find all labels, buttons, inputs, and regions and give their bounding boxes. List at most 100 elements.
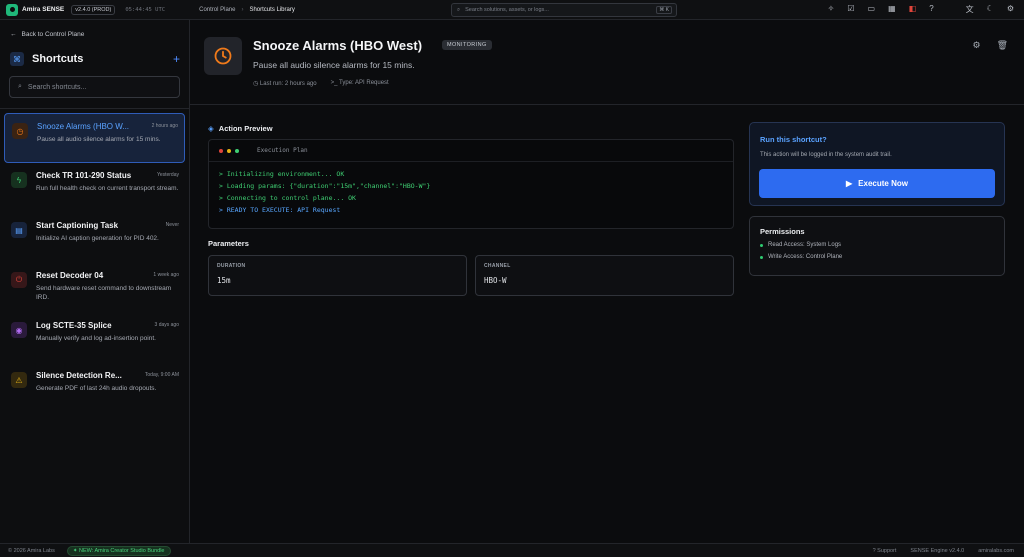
help-icon[interactable]: ?: [929, 4, 933, 15]
engine-version: SENSE Engine v2.4.0: [910, 547, 965, 554]
sidebar-header: ⌘ Shortcuts +: [10, 52, 180, 66]
shortcut-item-reset-decoder[interactable]: ⏻ Reset Decoder 04 1 week ago Send hardw…: [4, 263, 185, 313]
terminal-title: Execution Plan: [257, 147, 308, 154]
channel-field[interactable]: CHANNEL HBO-W: [475, 255, 734, 296]
execute-now-button[interactable]: ▶ Execute Now: [759, 169, 995, 198]
parameters-heading: Parameters: [208, 239, 249, 248]
search-icon: ⌕: [457, 6, 461, 13]
red-dot-icon: [219, 148, 223, 153]
shortcut-list: ◷ Snooze Alarms (HBO W... 2 hours ago Pa…: [4, 113, 185, 413]
terminal-line: > Loading params: {"duration":"15m","cha…: [219, 182, 431, 190]
execution-plan-terminal: Execution Plan > Initializing environmen…: [208, 139, 734, 229]
copyright: © 2026 Amira Labs: [8, 547, 55, 554]
last-run-meta: ◷ Last run: 2 hours ago: [253, 80, 317, 87]
search-shortcut-hint: ⌘ K: [656, 6, 672, 14]
shortcut-last-run: Today, 9:00 AM: [144, 372, 179, 378]
document-icon: ▤: [11, 222, 27, 238]
status-badge: MONITORING: [442, 40, 492, 50]
permission-item: Write Access: Control Plane: [760, 254, 994, 260]
warning-icon: ⚠: [11, 372, 27, 388]
app-name: Amira SENSE: [22, 6, 65, 13]
breadcrumb-control-plane[interactable]: Control Plane: [199, 7, 235, 13]
shortcut-description: Run full health check on current transpo…: [36, 185, 179, 192]
shortcut-item-check-tr-101-290[interactable]: ϟ Check TR 101-290 Status Yesterday Run …: [4, 163, 185, 213]
new-feature-label: NEW: Amira Creator Studio Bundle: [79, 547, 165, 554]
settings-icon[interactable]: ⚙: [1007, 4, 1014, 15]
settings-icon[interactable]: ⚙: [972, 40, 980, 51]
translate-icon[interactable]: 文: [966, 4, 974, 15]
global-search-input[interactable]: ⌕ Search solutions, assets, or logs... ⌘…: [451, 3, 677, 17]
shortcut-item-log-scte-35[interactable]: ◉ Log SCTE-35 Splice 3 days ago Manually…: [4, 313, 185, 363]
type-meta: >_ Type: API Request: [331, 80, 389, 87]
status-dot-icon: [760, 255, 763, 259]
shortcut-detail: Snooze Alarms (HBO West) MONITORING Paus…: [190, 20, 1024, 543]
shortcut-name: Reset Decoder 04: [36, 271, 104, 280]
support-label: Support: [877, 547, 897, 554]
command-icon: ⌘: [10, 52, 24, 66]
terminal-output: > Initializing environment... OK > Loadi…: [209, 162, 733, 222]
page-subtitle: Pause all audio silence alarms for 15 mi…: [253, 60, 415, 70]
execute-now-label: Execute Now: [858, 179, 908, 188]
site-link[interactable]: amiralabs.com: [978, 548, 1014, 554]
clock-icon: ◷: [12, 123, 28, 139]
shortcut-name: Log SCTE-35 Splice: [36, 321, 112, 330]
grid-icon[interactable]: ▦: [888, 4, 896, 15]
power-icon: ⏻: [11, 272, 27, 288]
shortcut-last-run: Never: [165, 222, 179, 228]
action-preview-label: Action Preview: [218, 124, 273, 133]
check-square-icon[interactable]: ☑: [847, 4, 854, 15]
terminal-line: > Initializing environment... OK: [219, 170, 345, 178]
search-icon: ⌕: [18, 83, 22, 90]
permission-label: Write Access: Control Plane: [768, 254, 843, 260]
breadcrumb-separator-icon: ›: [241, 6, 244, 13]
shortcut-item-silence-detection[interactable]: ⚠ Silence Detection Re... Today, 9:00 AM…: [4, 363, 185, 413]
shortcut-name: Silence Detection Re...: [36, 371, 122, 380]
global-search-placeholder: Search solutions, assets, or logs...: [465, 7, 549, 13]
shortcut-last-run: 3 days ago: [154, 322, 179, 328]
duration-field[interactable]: DURATION 15m: [208, 255, 467, 296]
status-bar-right: ? Support SENSE Engine v2.4.0 amiralabs.…: [873, 548, 1024, 554]
parameters-label: Parameters: [208, 239, 249, 248]
broadcast-icon: ◉: [11, 322, 27, 338]
shortcut-item-snooze-alarms[interactable]: ◷ Snooze Alarms (HBO W... 2 hours ago Pa…: [4, 113, 185, 163]
channel-value: HBO-W: [484, 276, 507, 285]
shortcut-item-start-captioning[interactable]: ▤ Start Captioning Task Never Initialize…: [4, 213, 185, 263]
top-bar: Amira SENSE v2.4.0 (PROD) 05:44:45 UTC C…: [0, 0, 1024, 20]
terminal-line: > Connecting to control plane... OK: [219, 194, 356, 202]
duration-value: 15m: [217, 276, 231, 285]
clock-icon: ◷: [253, 81, 260, 87]
permissions-title: Permissions: [760, 227, 805, 236]
shortcut-description: Pause all audio silence alarms for 15 mi…: [37, 136, 161, 143]
shortcut-description: Manually verify and log ad-insertion poi…: [36, 335, 156, 342]
sidebar-divider: [0, 108, 189, 109]
action-preview-heading: ◈ Action Preview: [208, 124, 273, 133]
sparkle-icon[interactable]: ✧: [828, 4, 835, 15]
add-shortcut-button[interactable]: +: [173, 52, 180, 66]
monitor-icon[interactable]: ▭: [868, 4, 876, 15]
status-bar: © 2026 Amira Labs ✦ NEW: Amira Creator S…: [0, 543, 1024, 557]
shortcut-search-input[interactable]: ⌕ Search shortcuts...: [9, 76, 180, 98]
permission-label: Read Access: System Logs: [768, 242, 842, 248]
bolt-icon: ϟ: [11, 172, 27, 188]
breadcrumb: Control Plane › Shortcuts Library: [199, 7, 295, 13]
arrow-left-icon: ←: [10, 31, 17, 38]
run-shortcut-card: Run this shortcut? This action will be l…: [749, 122, 1005, 206]
breadcrumb-shortcuts-library: Shortcuts Library: [249, 6, 295, 13]
support-link[interactable]: ? Support: [873, 548, 897, 554]
terminal-icon: >_: [330, 80, 340, 86]
alert-icon[interactable]: ◧: [909, 4, 917, 15]
shortcut-description: Generate PDF of last 24h audio dropouts.: [36, 385, 157, 392]
header-actions: ⚙ 🗑: [972, 40, 1008, 51]
header-divider: [190, 104, 1024, 105]
theme-icon[interactable]: ☾: [987, 4, 994, 15]
green-dot-icon: [235, 148, 239, 153]
top-icon-group: ✧ ☑ ▭ ▦ ◧ ? 文 ☾ ⚙: [828, 4, 1014, 15]
yellow-dot-icon: [227, 148, 231, 153]
new-feature-badge[interactable]: ✦ NEW: Amira Creator Studio Bundle: [66, 545, 171, 556]
app-logo-icon: [6, 3, 18, 16]
trash-icon[interactable]: 🗑: [997, 40, 1008, 51]
version-badge: v2.4.0 (PROD): [71, 4, 116, 15]
back-to-control-plane-link[interactable]: ← Back to Control Plane: [10, 31, 84, 38]
shortcut-name: Snooze Alarms (HBO W...: [37, 122, 130, 131]
back-link-label: Back to Control Plane: [21, 31, 85, 38]
